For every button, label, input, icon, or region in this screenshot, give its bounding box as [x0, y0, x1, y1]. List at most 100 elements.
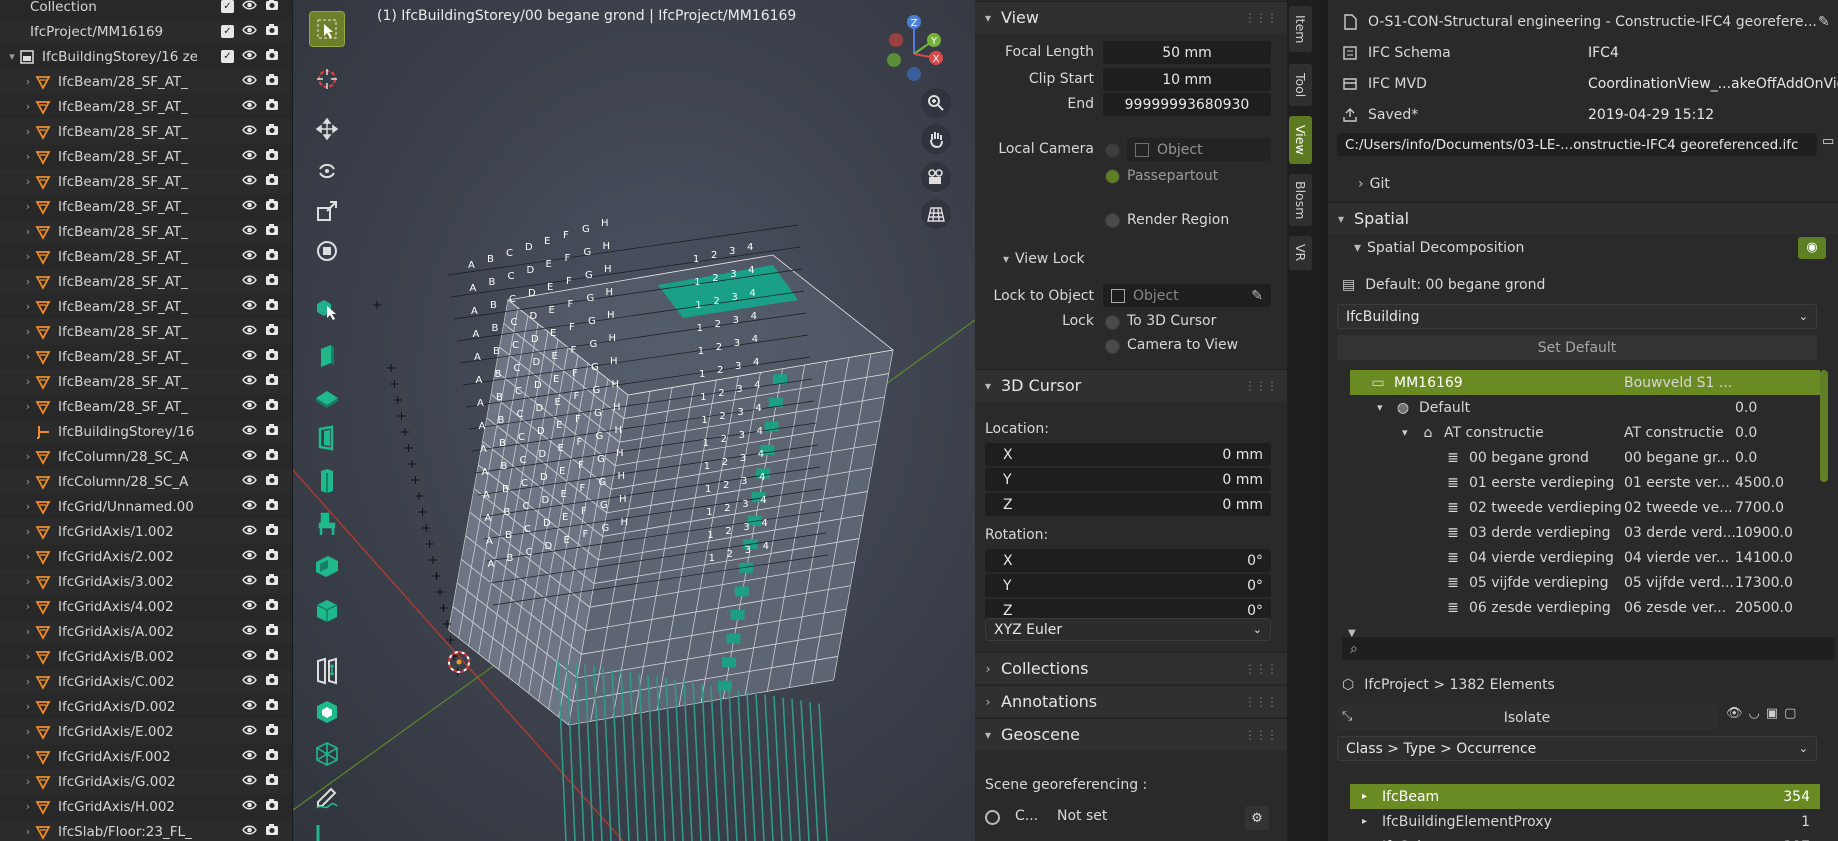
geoscene-panel-header[interactable]: ▾ Geoscene ⋮⋮⋮: [975, 718, 1287, 750]
beam-tool[interactable]: [309, 548, 345, 584]
expand-toggle[interactable]: ›: [22, 250, 34, 263]
loc-z-field[interactable]: Z 0 mm: [985, 493, 1271, 516]
outliner-row[interactable]: › IfcGridAxis/D.002: [0, 694, 292, 719]
grip-icon[interactable]: ⋮⋮⋮: [1244, 695, 1278, 709]
tree-row[interactable]: ≣ 02 tweede verdieping 02 tweede ve... 7700…: [1350, 495, 1820, 520]
camera-icon[interactable]: [265, 398, 279, 415]
eye-icon[interactable]: [242, 74, 257, 90]
georef-radio[interactable]: [985, 810, 1000, 825]
local-camera-field[interactable]: Object: [1127, 138, 1271, 161]
outliner-row[interactable]: › IfcGrid/Unnamed.00: [0, 494, 292, 519]
set-default-button[interactable]: Set Default: [1337, 335, 1817, 360]
outliner-row[interactable]: › IfcBeam/28_SF_AT_: [0, 269, 292, 294]
expand-toggle[interactable]: ›: [22, 450, 34, 463]
camera-icon[interactable]: [265, 298, 279, 315]
expand-toggle[interactable]: ›: [22, 775, 34, 788]
tree-row[interactable]: ▾ ⌂ AT constructie AT constructie 0.0: [1350, 420, 1820, 445]
tree-expand[interactable]: ▾: [1377, 401, 1393, 414]
camera-icon[interactable]: [265, 623, 279, 640]
expand-toggle[interactable]: ›: [22, 300, 34, 313]
expand-toggle[interactable]: ›: [22, 475, 34, 488]
outliner-row[interactable]: › IfcBeam/28_SF_AT_: [0, 169, 292, 194]
expand-toggle[interactable]: ›: [22, 800, 34, 813]
rotation-mode-dropdown[interactable]: XYZ Euler ⌄: [985, 618, 1271, 641]
eye-icon[interactable]: [242, 774, 257, 790]
eye-icon[interactable]: [242, 624, 257, 640]
camera-icon[interactable]: [265, 598, 279, 615]
outliner-row[interactable]: › IfcBeam/28_SF_AT_: [0, 94, 292, 119]
view-panel-header[interactable]: ▾ View ⋮⋮⋮: [975, 1, 1287, 33]
class-row[interactable]: ▸IfcColumn387: [1350, 834, 1820, 841]
eye-icon[interactable]: [242, 374, 257, 390]
camera-view-button[interactable]: [921, 162, 951, 192]
expand-toggle[interactable]: ›: [22, 825, 34, 838]
expand-toggle[interactable]: ›: [22, 575, 34, 588]
camera-icon[interactable]: [265, 123, 279, 140]
camera-icon[interactable]: [265, 798, 279, 815]
outliner-row[interactable]: › IfcBeam/28_SF_AT_: [0, 219, 292, 244]
eye-icon[interactable]: [242, 649, 257, 665]
camera-icon[interactable]: [265, 448, 279, 465]
expand-toggle[interactable]: ▾: [6, 50, 18, 63]
stair-tool[interactable]: [309, 653, 345, 689]
camera-icon[interactable]: [265, 198, 279, 215]
eye-icon[interactable]: [242, 724, 257, 740]
eye-icon[interactable]: [242, 199, 257, 215]
grouping-dropdown[interactable]: Class > Type > Occurrence ⌄: [1337, 736, 1817, 761]
cursor-panel-header[interactable]: ▾ 3D Cursor ⋮⋮⋮: [975, 369, 1287, 401]
3d-viewport[interactable]: ABCDEFGH1234ABCDEFGH1234ABCDEFGH1234ABCD…: [293, 0, 975, 841]
expand-toggle[interactable]: ›: [22, 175, 34, 188]
tree-row[interactable]: ≣ 03 derde verdieping 03 derde verd... 1090…: [1350, 520, 1820, 545]
eye-icon[interactable]: [242, 99, 257, 115]
passepartout-checkbox[interactable]: [1105, 169, 1120, 184]
viewport-scene[interactable]: ABCDEFGH1 2 3 4ABCDEFGH1 2 3 4ABCDEFGH1 2 3 4ABCD…: [293, 0, 975, 841]
rot-x-field[interactable]: X 0°: [985, 549, 1271, 572]
navigation-gizmo[interactable]: Z Y X: [874, 10, 954, 90]
furniture-tool[interactable]: [309, 506, 345, 542]
outliner-row[interactable]: › IfcBeam/28_SF_AT_: [0, 319, 292, 344]
camera-icon[interactable]: [265, 73, 279, 90]
exclude-checkbox[interactable]: ✓: [221, 50, 234, 63]
render-region-checkbox[interactable]: [1105, 213, 1120, 228]
outliner-row[interactable]: Collection ✓: [0, 0, 292, 19]
eye-icon[interactable]: [242, 174, 257, 190]
gear-icon[interactable]: ⚙: [1245, 806, 1269, 830]
outliner-row[interactable]: › IfcGridAxis/4.002: [0, 594, 292, 619]
space-tool[interactable]: [309, 694, 345, 730]
spatial-decomposition-subpanel[interactable]: ▾ Spatial Decomposition: [1354, 240, 1524, 256]
local-camera-checkbox[interactable]: [1105, 143, 1120, 158]
column-tool[interactable]: [309, 463, 345, 499]
camera-icon[interactable]: [265, 648, 279, 665]
camera-icon[interactable]: [265, 48, 279, 65]
expand-toggle[interactable]: ›: [22, 675, 34, 688]
camera-icon[interactable]: [265, 498, 279, 515]
camera-icon[interactable]: [265, 473, 279, 490]
eye-icon[interactable]: [242, 399, 257, 415]
camera-icon[interactable]: [265, 698, 279, 715]
tree-scrollbar[interactable]: [1820, 370, 1828, 482]
outliner-row[interactable]: › IfcGridAxis/C.002: [0, 669, 292, 694]
expand-toggle[interactable]: ›: [22, 150, 34, 163]
eyedropper-icon[interactable]: ✎: [1251, 288, 1263, 304]
camera-icon[interactable]: [265, 723, 279, 740]
expand-toggle[interactable]: ›: [22, 625, 34, 638]
outliner-row[interactable]: › IfcGridAxis/3.002: [0, 569, 292, 594]
eye-icon[interactable]: [242, 699, 257, 715]
grip-icon[interactable]: ⋮⋮⋮: [1244, 11, 1278, 25]
expand-toggle[interactable]: ›: [22, 550, 34, 563]
eye-icon[interactable]: [242, 324, 257, 340]
wall-tool[interactable]: [309, 338, 345, 374]
expand-toggle[interactable]: ›: [22, 125, 34, 138]
outliner-row[interactable]: › IfcBeam/28_SF_AT_: [0, 244, 292, 269]
expand-toggle[interactable]: ›: [22, 225, 34, 238]
spatial-panel-header[interactable]: ▾ Spatial: [1328, 202, 1838, 234]
clip-end-field[interactable]: 99999993680930: [1103, 93, 1271, 116]
eye-icon[interactable]: [242, 474, 257, 490]
camera-icon[interactable]: [265, 673, 279, 690]
eye-icon[interactable]: [242, 299, 257, 315]
camera-icon[interactable]: [265, 0, 279, 15]
eye-icon[interactable]: [242, 674, 257, 690]
folder-icon[interactable]: ▭: [1822, 134, 1838, 156]
visibility-icons[interactable]: 👁◡▣▢: [1726, 706, 1802, 721]
outliner-row[interactable]: › IfcBeam/28_SF_AT_: [0, 69, 292, 94]
